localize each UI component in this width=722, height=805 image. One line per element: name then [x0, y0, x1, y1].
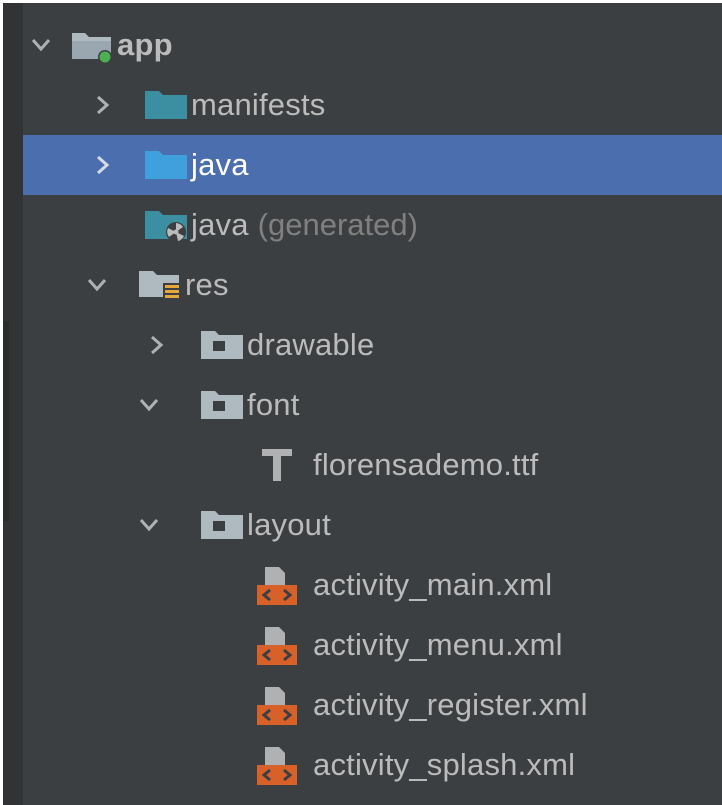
tree-node-label: font	[247, 387, 300, 422]
chevron-right-icon[interactable]	[85, 155, 121, 175]
tree-node-label: layout	[247, 507, 331, 542]
tree-node-layout-file[interactable]: activity_main.xml	[23, 555, 722, 615]
tree-node-label: app	[117, 27, 173, 62]
layout-xml-icon	[255, 685, 313, 725]
folder-icon	[145, 85, 191, 125]
tree-node-suffix: (generated)	[257, 207, 418, 242]
tree-node-label: activity_splash.xml	[313, 747, 576, 782]
edge-scroll-thumb[interactable]	[3, 321, 9, 521]
tool-window-edge	[3, 3, 23, 805]
tree-node-label: drawable	[247, 327, 375, 362]
chevron-down-icon[interactable]	[131, 518, 167, 532]
layout-xml-icon	[255, 565, 313, 605]
tree-node-font-file[interactable]: florensademo.ttf	[23, 435, 722, 495]
chevron-down-icon[interactable]	[79, 278, 115, 292]
tree-node-label: manifests	[191, 87, 326, 122]
folder-icon	[201, 325, 247, 365]
project-tree-panel: app manifests java java (generated) res …	[3, 3, 722, 805]
tree-node-drawable[interactable]: drawable	[23, 315, 722, 375]
tree-node-label: java	[191, 207, 249, 242]
tree-node-layout-file[interactable]: activity_register.xml	[23, 675, 722, 735]
folder-icon	[201, 505, 247, 545]
tree-node-label: activity_register.xml	[313, 687, 588, 722]
tree-node-java[interactable]: java	[23, 135, 722, 195]
tree-node-manifests[interactable]: manifests	[23, 75, 722, 135]
tree-node-layout-file[interactable]: activity_splash.xml	[23, 735, 722, 795]
chevron-down-icon[interactable]	[131, 398, 167, 412]
chevron-right-icon[interactable]	[85, 95, 121, 115]
tree-node-app[interactable]: app	[23, 15, 722, 75]
tree-node-layout-file[interactable]: activity_menu.xml	[23, 615, 722, 675]
chevron-right-icon[interactable]	[139, 335, 175, 355]
folder-icon	[201, 385, 247, 425]
tree-node-label: activity_menu.xml	[313, 627, 563, 662]
layout-xml-icon	[255, 625, 313, 665]
source-folder-icon	[145, 145, 191, 185]
generated-sources-folder-icon	[145, 205, 191, 245]
tree-node-layout[interactable]: layout	[23, 495, 722, 555]
tree-node-label: res	[185, 267, 229, 302]
tree-node-java-generated[interactable]: java (generated)	[23, 195, 722, 255]
module-folder-icon	[71, 25, 117, 65]
resources-folder-icon	[139, 265, 185, 305]
chevron-down-icon[interactable]	[23, 38, 59, 52]
tree-node-label: florensademo.ttf	[313, 447, 539, 482]
tree-node-res[interactable]: res	[23, 255, 722, 315]
layout-xml-icon	[255, 745, 313, 785]
tree-node-font[interactable]: font	[23, 375, 722, 435]
tree-node-label: java	[191, 147, 249, 182]
tree-node-label: activity_main.xml	[313, 567, 553, 602]
font-file-icon	[259, 445, 313, 485]
